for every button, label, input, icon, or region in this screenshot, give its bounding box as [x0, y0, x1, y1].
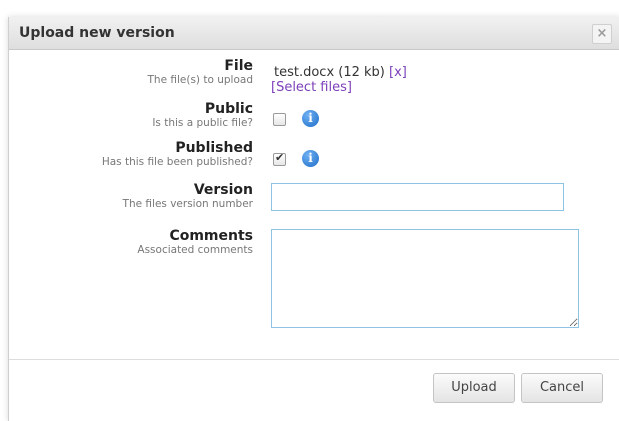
upload-dialog: Upload new version × File The file(s) to… — [8, 17, 619, 421]
cancel-button[interactable]: Cancel — [521, 373, 603, 403]
file-name: test.docx (12 kb) — [274, 65, 385, 80]
dialog-titlebar: Upload new version × — [9, 17, 619, 50]
public-checkbox[interactable] — [273, 113, 286, 126]
remove-file-link[interactable]: [x] — [389, 65, 407, 80]
published-label: Published — [175, 140, 253, 156]
footer-divider — [9, 359, 619, 360]
comments-label: Comments — [169, 228, 253, 244]
published-info-icon[interactable]: i — [302, 150, 319, 167]
published-hint: Has this file been published? — [101, 156, 253, 168]
close-icon: × — [596, 26, 608, 41]
file-hint: The file(s) to upload — [147, 74, 254, 86]
public-label: Public — [204, 101, 253, 117]
upload-button[interactable]: Upload — [433, 373, 515, 403]
comments-hint: Associated comments — [137, 244, 253, 256]
public-info-icon[interactable]: i — [302, 110, 319, 127]
version-input[interactable] — [271, 183, 564, 211]
comments-textarea[interactable] — [271, 229, 579, 328]
selected-file: test.docx (12 kb) [x] — [274, 65, 407, 80]
checkmark-icon: ✔ — [275, 151, 285, 164]
dialog-title: Upload new version — [19, 25, 175, 41]
file-label: File — [224, 58, 253, 74]
public-hint: Is this a public file? — [152, 117, 253, 129]
published-checkbox[interactable]: ✔ — [273, 151, 286, 166]
info-icon-glyph: i — [308, 111, 313, 125]
select-files-link[interactable]: [Select files] — [271, 80, 352, 95]
close-button[interactable]: × — [592, 24, 612, 44]
version-label: Version — [193, 182, 253, 198]
version-hint: The files version number — [122, 198, 253, 210]
info-icon-glyph: i — [308, 151, 313, 165]
